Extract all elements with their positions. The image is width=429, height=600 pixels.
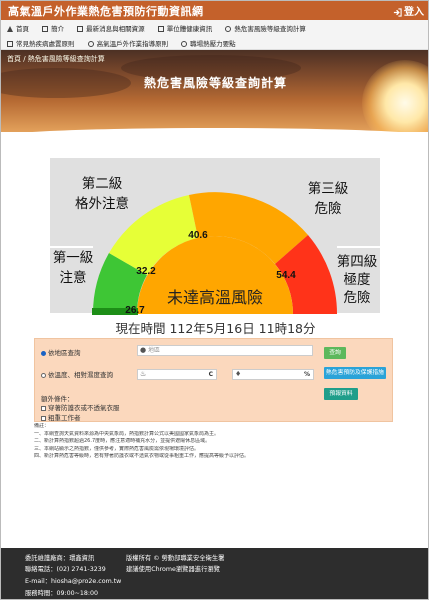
check-circle-icon [181,41,188,47]
nav-home[interactable]: 首頁 [7,23,29,33]
note-line: 一、本網查詢天氣資料來源為中央氣象局，熱指數計算公式以美國國家氣象局為主。 [34,430,220,437]
thermometer-icon: ♨ [140,370,147,378]
water-drop-icon: ♦ [235,370,242,378]
region-radio[interactable] [41,351,46,356]
nav-heat-stress[interactable]: 職場熱壓力要點 [181,38,236,48]
level2-subtitle: 格外注意 [75,195,129,211]
nav-treatment[interactable]: 常見熱疾病處置原則 [7,38,75,48]
login-icon [393,8,402,17]
clock-icon [225,26,232,32]
query-button[interactable]: 查詢 [324,347,346,359]
notes-heading: 備註： [34,423,50,429]
home-icon [7,26,13,32]
book-icon [42,26,49,32]
threshold-label-1: 26.7 [125,305,145,316]
nav-health-info[interactable]: 單位體健康資訊 [157,23,212,33]
current-time-label: 現在時間 112年5月16日 11時18分 [115,321,316,336]
checkbox-heavy-work[interactable]: 粗重工作者 [41,412,81,422]
note-line: 四、新計算熱危害等級時，若有穿著防護衣或不透氣衣物或從事粗重工作，應提高等級予以… [34,453,250,459]
check-circle-icon [87,41,94,47]
query-form: 依地區查詢 ● 地區 查詢 依溫度、相對濕度查詢 ♨ C ♦ % 熱危害預防及保… [34,338,393,422]
threshold-label-4: 54.4 [276,270,296,281]
breadcrumb[interactable]: 首頁 / 熱危害風險等級查詢計算 [7,54,105,64]
footer-copyright: 版權所有 © 勞動部職業安全衛生署 [126,555,225,562]
humidity-unit: % [303,371,310,378]
threshold-label-2: 32.2 [136,266,156,277]
footer: 委託維護廠商：環鑫資訊 版權所有 © 勞動部職業安全衛生署 聯絡電話：(02) … [1,548,428,599]
nav-intro[interactable]: 簡介 [42,23,64,33]
site-title[interactable]: 高氣溫戶外作業熱危害預防行動資訊網 [8,3,204,19]
level4-title: 第四級 [337,253,378,269]
nav-news[interactable]: 最新消息與相關資源 [77,23,145,33]
risk-status-text: 未達高溫風險 [167,289,263,307]
threshold-label-3: 40.6 [188,230,208,241]
hero-banner: 首頁 / 熱危害風險等級查詢計算 熱危害風險等級查詢計算 [1,50,428,132]
list-icon [157,26,164,32]
level3-subtitle: 危險 [315,201,342,216]
page-title: 熱危害風險等級查詢計算 [143,76,287,90]
prevention-measures-button[interactable]: 熱危害預防及保護措施 [324,367,386,379]
notes-section: 備註： 一、本網查詢天氣資料來源為中央氣象局，熱指數計算公式以美國國家氣象局為主… [34,423,396,461]
note-line: 二、新計算熱指數超過26.7度時，應注意適時補充水分，並提供遮陽休息區域。 [34,438,211,444]
footer-phone: 聯絡電話：(02) 2741-3239 [25,566,106,573]
heavy-work-checkbox[interactable] [41,416,46,421]
sun-glow [362,60,428,132]
login-label: 登入 [404,7,424,18]
main-nav: 首頁 簡介 最新消息與相關資源 單位體健康資訊 熱危害風險等級查詢計算 常見熱疾… [1,20,428,50]
document-icon [77,26,84,32]
level1-title: 第一級 [53,249,94,265]
banner-curve [1,128,428,132]
note-line: 三、本網站顯示之熱指數，僅供參考，實際熱危害風險需依現場環境評估。 [34,445,200,452]
temp-humidity-radio[interactable] [41,373,46,378]
temperature-input[interactable]: ♨ C [137,369,217,380]
level3-title: 第三級 [308,180,349,196]
footer-browser-note: 建議使用Chrome瀏覽器進行瀏覽 [126,566,220,573]
document-icon [7,41,13,47]
level1-subtitle: 注意 [60,269,87,285]
protective-clothing-checkbox[interactable] [41,406,46,411]
region-select[interactable]: ● 地區 [137,345,313,356]
option-temp-humidity[interactable]: 依溫度、相對濕度查詢 [41,369,113,379]
forecast-button[interactable]: 預報資料 [324,388,358,400]
login-link[interactable]: 登入 [393,3,424,18]
nav-risk-calc[interactable]: 熱危害風險等級查詢計算 [225,23,306,33]
footer-hours: 服務時間：09:00~18:00 [25,590,99,597]
checkbox-protective-clothing[interactable]: 穿著防護衣或不透氣衣服 [41,402,120,412]
level4-line3: 危險 [344,290,371,305]
footer-email[interactable]: E-mail：hiosha@pro2e.com.tw [25,576,121,585]
browser-viewport: 高氣溫戶外作業熱危害預防行動資訊網 登入 首頁 簡介 最新消息與相關資源 單位體… [0,0,429,600]
level4-line2: 極度 [344,272,371,287]
top-bar: 高氣溫戶外作業熱危害預防行動資訊網 登入 [1,1,428,20]
temp-unit: C [208,371,213,378]
gauge-svg: 第二級 格外注意 第一級 注意 第三級 危險 第四級 極度 危險 26.7 32… [50,158,380,316]
option-region[interactable]: 依地區查詢 [41,347,81,357]
nav-guidelines[interactable]: 高氣溫戶外作業指導原則 [87,38,168,48]
risk-gauge: 第二級 格外注意 第一級 注意 第三級 危險 第四級 極度 危險 26.7 32… [50,158,380,319]
footer-commission: 委託維護廠商：環鑫資訊 [25,555,95,562]
level2-title: 第二級 [82,175,123,191]
humidity-input[interactable]: ♦ % [232,369,314,380]
location-pin-icon: ● [140,346,147,354]
